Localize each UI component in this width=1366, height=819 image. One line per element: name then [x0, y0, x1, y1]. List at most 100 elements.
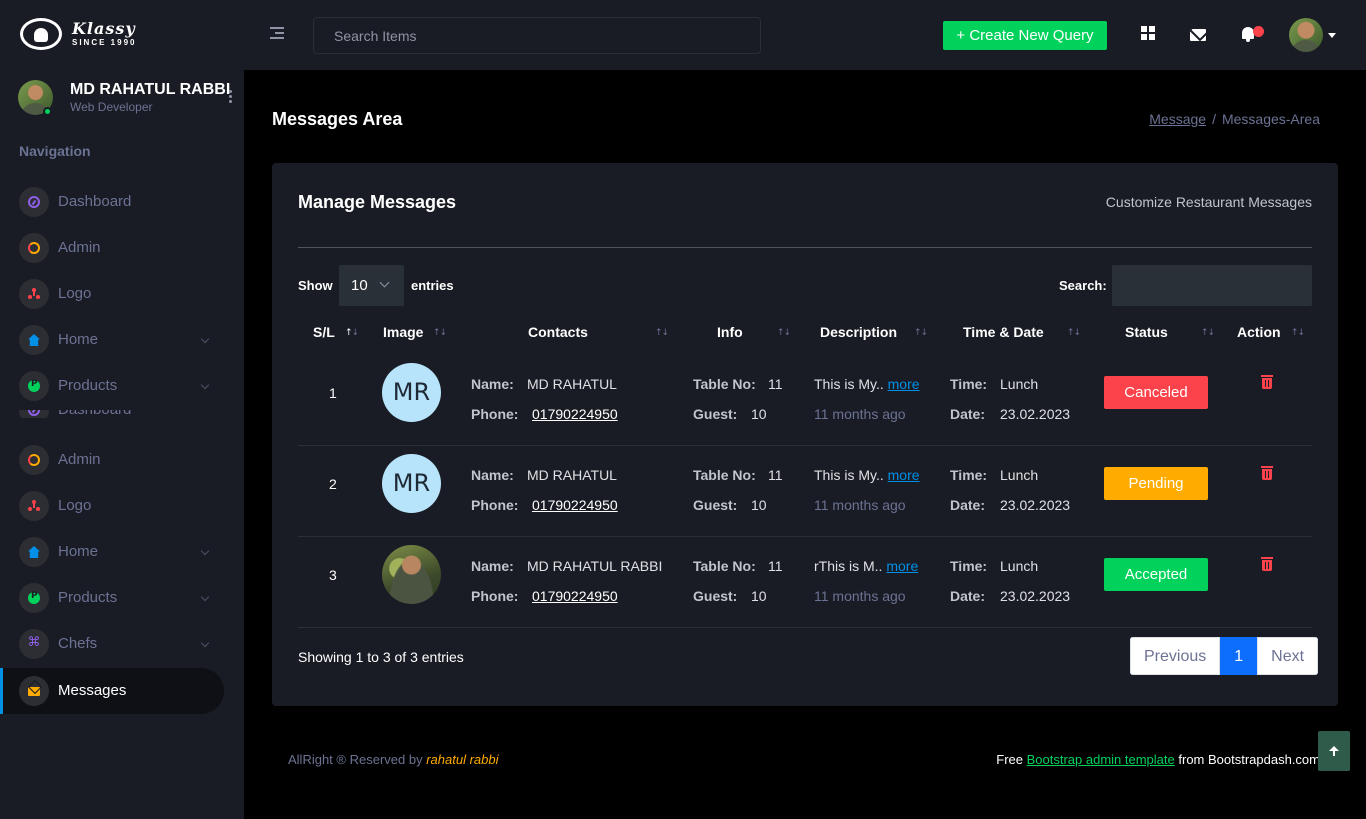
- description: This is My.. more: [814, 467, 920, 483]
- reservation-date: 23.02.2023: [1000, 406, 1071, 422]
- products-icon: [28, 379, 40, 392]
- status-badge[interactable]: Accepted: [1104, 558, 1208, 591]
- column-header-time-date[interactable]: Time & Date: [963, 324, 1044, 340]
- contact-phone[interactable]: 01790224950: [532, 406, 618, 422]
- footer-credit: Free Bootstrap admin template from Boots…: [996, 752, 1320, 767]
- online-status-dot: [43, 107, 52, 116]
- trash-icon[interactable]: [1261, 466, 1273, 480]
- sidebar: MD RAHATUL RABBI Web Developer Navigatio…: [0, 70, 244, 819]
- sort-icon[interactable]: ↑↓: [345, 328, 363, 338]
- sort-icon[interactable]: ↑↓: [1291, 328, 1309, 338]
- sidebar-item-logo-2[interactable]: Logo: [0, 483, 224, 529]
- scroll-to-top-button[interactable]: [1318, 731, 1350, 771]
- trash-icon[interactable]: [1261, 557, 1273, 571]
- meal-time: Lunch: [1000, 558, 1039, 574]
- profile-name: MD RAHATUL RABBI: [70, 81, 231, 98]
- footer-copyright: AllRight ® Reserved by rahatul rabbi: [288, 752, 499, 767]
- column-header-image[interactable]: Image: [383, 324, 423, 340]
- next-page-button[interactable]: Next: [1257, 637, 1319, 675]
- chefs-icon: ⌘: [27, 635, 41, 650]
- home-icon: [28, 334, 40, 346]
- contact-phone[interactable]: 01790224950: [532, 588, 618, 604]
- notification-dot: [1253, 26, 1264, 37]
- sidebar-item-chefs[interactable]: ⌘ Chefs: [0, 621, 224, 667]
- table-number: 11: [768, 376, 783, 392]
- trash-icon[interactable]: [1261, 375, 1273, 389]
- time-ago: 11 months ago: [814, 588, 906, 604]
- pagination: Previous 1 Next: [1130, 637, 1319, 675]
- contact-phone[interactable]: 01790224950: [532, 497, 618, 513]
- page-1-button[interactable]: 1: [1220, 637, 1258, 675]
- reservation-date: 23.02.2023: [1000, 588, 1071, 604]
- logo-icon: [28, 288, 40, 300]
- column-header-contacts[interactable]: Contacts: [528, 324, 588, 340]
- sort-icon[interactable]: ↑↓: [1067, 328, 1085, 338]
- sidebar-item-products-2[interactable]: Products: [0, 575, 224, 621]
- status-badge[interactable]: Canceled: [1104, 376, 1208, 409]
- column-header-status[interactable]: Status: [1125, 324, 1168, 340]
- footer-author: rahatul rabbi: [426, 752, 499, 767]
- status-badge[interactable]: Pending: [1104, 467, 1208, 500]
- user-avatar[interactable]: [1289, 18, 1323, 52]
- create-query-button[interactable]: + Create New Query: [943, 21, 1107, 50]
- breadcrumb-link-message[interactable]: Message: [1149, 111, 1206, 127]
- mail-icon[interactable]: [1190, 29, 1206, 41]
- table-number: 11: [768, 558, 783, 574]
- messages-card: Manage Messages Customize Restaurant Mes…: [272, 163, 1338, 706]
- sidebar-item-products[interactable]: Products: [0, 363, 224, 409]
- sidebar-item-dashboard[interactable]: Dashboard: [0, 179, 224, 225]
- sort-icon[interactable]: ↑↓: [777, 328, 795, 338]
- caret-down-icon[interactable]: [1328, 33, 1336, 38]
- search-input[interactable]: [313, 17, 761, 54]
- speedometer-icon: [28, 410, 40, 416]
- sidebar-item-admin[interactable]: Admin: [0, 225, 224, 271]
- chevron-down-icon: [379, 277, 390, 288]
- avatar: MR: [382, 454, 441, 513]
- sort-icon[interactable]: ↑↓: [655, 328, 673, 338]
- column-header-action[interactable]: Action: [1237, 324, 1281, 340]
- sort-icon[interactable]: ↑↓: [914, 328, 932, 338]
- sidebar-item-messages[interactable]: Messages: [0, 668, 224, 714]
- entries-select[interactable]: 10: [339, 265, 404, 306]
- grid-icon[interactable]: [1141, 26, 1155, 40]
- page-title: Messages Area: [272, 109, 403, 129]
- table-search-input[interactable]: [1112, 265, 1312, 306]
- more-link[interactable]: more: [888, 376, 920, 392]
- guest-count: 10: [751, 406, 767, 422]
- breadcrumb: Message / Messages-Area: [1149, 111, 1320, 127]
- column-header-sl[interactable]: S/L: [313, 324, 335, 340]
- chef-hat-logo-icon: [20, 18, 62, 50]
- table-info: Showing 1 to 3 of 3 entries: [298, 649, 464, 665]
- sidebar-item-dashboard-2[interactable]: Dashboard: [0, 410, 224, 418]
- brand-logo[interactable]: Klassy SINCE 1990: [20, 18, 136, 50]
- admin-icon: [28, 242, 40, 254]
- sidebar-item-home[interactable]: Home: [0, 317, 224, 363]
- more-link[interactable]: more: [888, 467, 920, 483]
- admin-icon: [28, 454, 40, 466]
- avatar: MR: [382, 363, 441, 422]
- show-label: Show: [298, 278, 333, 293]
- description: This is My.. more: [814, 376, 920, 392]
- sort-icon[interactable]: ↑↓: [433, 328, 451, 338]
- sidebar-item-admin-2[interactable]: Admin: [0, 437, 224, 483]
- sidebar-item-logo[interactable]: Logo: [0, 271, 224, 317]
- table-row: 3 Name: MD RAHATUL RABBI Phone: 01790224…: [298, 537, 1312, 628]
- guest-count: 10: [751, 497, 767, 513]
- guest-count: 10: [751, 588, 767, 604]
- column-header-info[interactable]: Info: [717, 324, 743, 340]
- menu-toggle-icon[interactable]: [270, 27, 284, 41]
- bootstrap-template-link[interactable]: Bootstrap admin template: [1027, 752, 1175, 767]
- sort-icon[interactable]: ↑↓: [1201, 328, 1219, 338]
- mail-icon: [28, 687, 40, 696]
- profile-role: Web Developer: [70, 100, 153, 114]
- more-vertical-icon[interactable]: [229, 90, 232, 105]
- column-header-description[interactable]: Description: [820, 324, 897, 340]
- home-icon: [28, 546, 40, 558]
- sidebar-profile: MD RAHATUL RABBI Web Developer: [18, 80, 244, 118]
- chevron-down-icon: [200, 592, 210, 602]
- previous-page-button[interactable]: Previous: [1130, 637, 1221, 675]
- logo-icon: [28, 500, 40, 512]
- customize-messages-link[interactable]: Customize Restaurant Messages: [1106, 194, 1312, 210]
- more-link[interactable]: more: [886, 558, 918, 574]
- sidebar-item-home-2[interactable]: Home: [0, 529, 224, 575]
